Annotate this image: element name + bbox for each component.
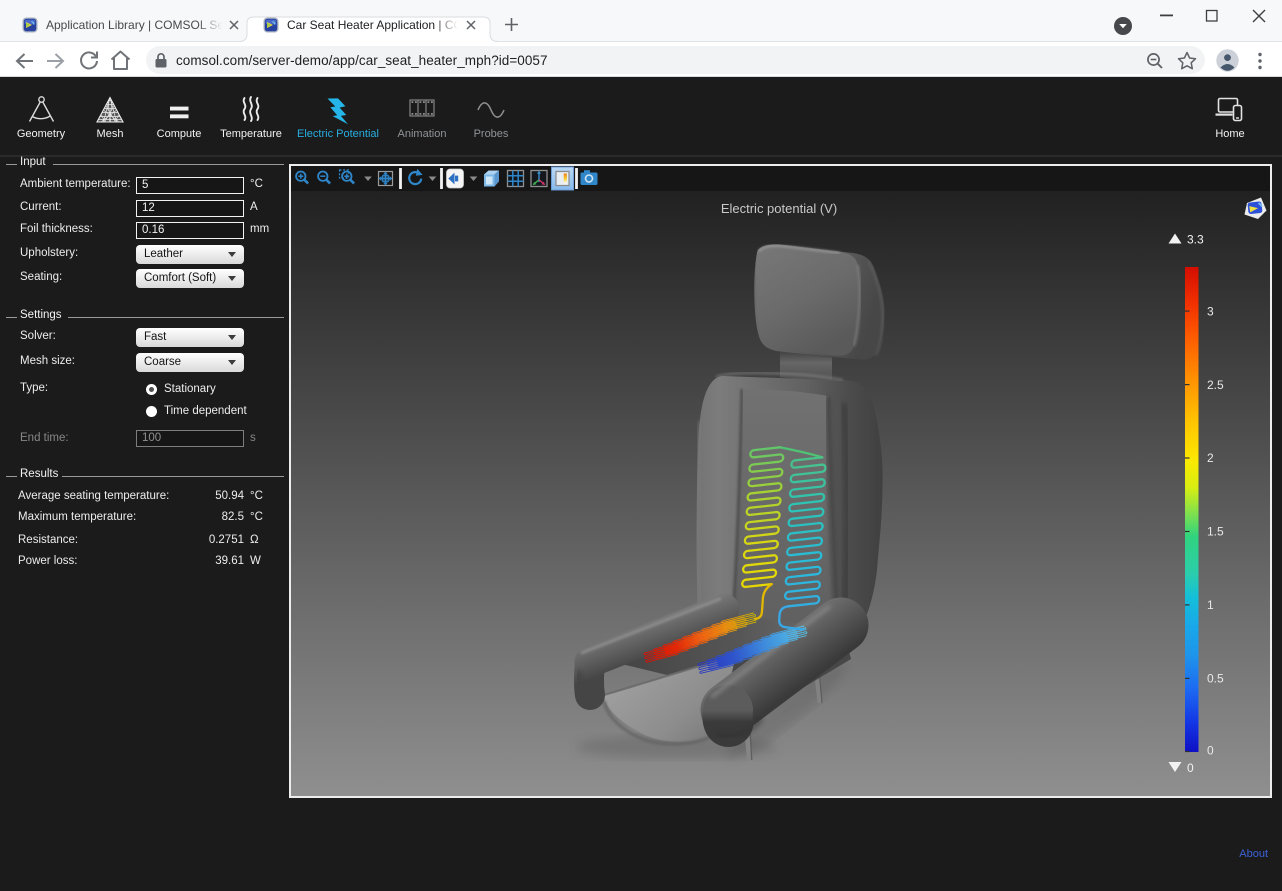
svg-text:3: 3 (1207, 304, 1214, 318)
svg-text:0: 0 (1207, 744, 1214, 758)
svg-text:0: 0 (1187, 761, 1194, 775)
svg-text:1: 1 (1207, 598, 1214, 612)
svg-text:2.5: 2.5 (1207, 378, 1224, 392)
svg-text:1.5: 1.5 (1207, 525, 1224, 539)
svg-text:Electric potential (V): Electric potential (V) (721, 201, 837, 216)
svg-text:3.3: 3.3 (1187, 233, 1204, 247)
svg-text:2: 2 (1207, 451, 1214, 465)
svg-text:0.5: 0.5 (1207, 672, 1224, 686)
